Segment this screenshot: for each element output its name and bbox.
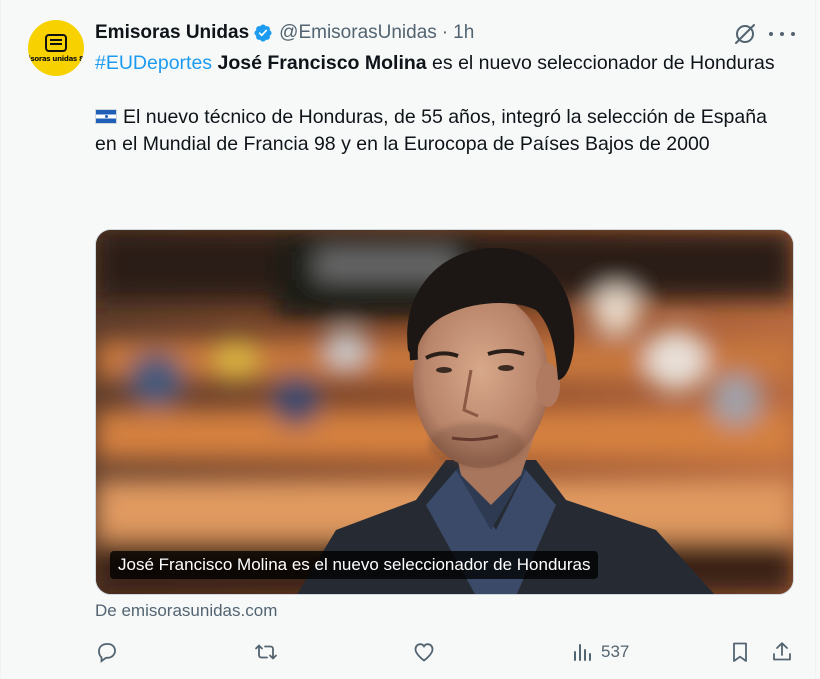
hashtag-link[interactable]: #EUDeportes	[95, 52, 212, 74]
avatar[interactable]: emisoras unidas 89.7	[28, 20, 84, 76]
link-card-image[interactable]: José Francisco Molina es el nuevo selecc…	[95, 229, 794, 595]
radio-logo-icon	[45, 33, 67, 52]
tweet-header: Emisoras Unidas @EmisorasUnidas · 1h	[95, 19, 474, 47]
separator-dot: ·	[441, 22, 449, 43]
share-icon	[773, 642, 791, 661]
views-button[interactable]: 537	[571, 640, 629, 664]
reply-button[interactable]	[95, 640, 119, 664]
verified-badge-icon	[254, 24, 272, 42]
tweet-text: #EUDeportes José Francisco Molina es el …	[95, 50, 785, 158]
display-name[interactable]: Emisoras Unidas	[95, 22, 249, 44]
media-caption: José Francisco Molina es el nuevo selecc…	[110, 551, 599, 579]
tweet-card[interactable]: emisoras unidas 89.7 Emisoras Unidas @Em…	[0, 0, 816, 679]
reply-icon	[98, 643, 116, 663]
link-source[interactable]: De emisorasunidas.com	[95, 601, 277, 621]
grok-icon[interactable]	[733, 22, 757, 46]
action-bar: 537	[1, 636, 817, 668]
retweet-icon	[255, 644, 277, 660]
timestamp[interactable]: 1h	[453, 22, 474, 44]
coach-photo	[96, 230, 793, 594]
tweet-body: El nuevo técnico de Honduras, de 55 años…	[95, 104, 785, 158]
views-count: 537	[601, 642, 630, 661]
views-chart-icon	[574, 644, 591, 661]
tweet-body-text: El nuevo técnico de Honduras, de 55 años…	[95, 106, 767, 155]
heart-icon	[414, 643, 434, 662]
more-options-icon[interactable]	[769, 22, 795, 46]
tweet-headline: #EUDeportes José Francisco Molina es el …	[95, 50, 785, 77]
avatar-logo-text: emisoras unidas 89.7	[28, 54, 84, 63]
headline-rest: es el nuevo seleccionador de Honduras	[426, 52, 775, 74]
honduras-flag-icon	[95, 109, 117, 124]
share-button[interactable]	[770, 640, 794, 664]
bookmark-button[interactable]	[728, 640, 752, 664]
bookmark-icon	[733, 642, 747, 662]
like-button[interactable]	[412, 640, 436, 664]
headline-bold: José Francisco Molina	[217, 52, 427, 74]
retweet-button[interactable]	[254, 640, 278, 664]
user-handle[interactable]: @EmisorasUnidas	[279, 22, 437, 44]
